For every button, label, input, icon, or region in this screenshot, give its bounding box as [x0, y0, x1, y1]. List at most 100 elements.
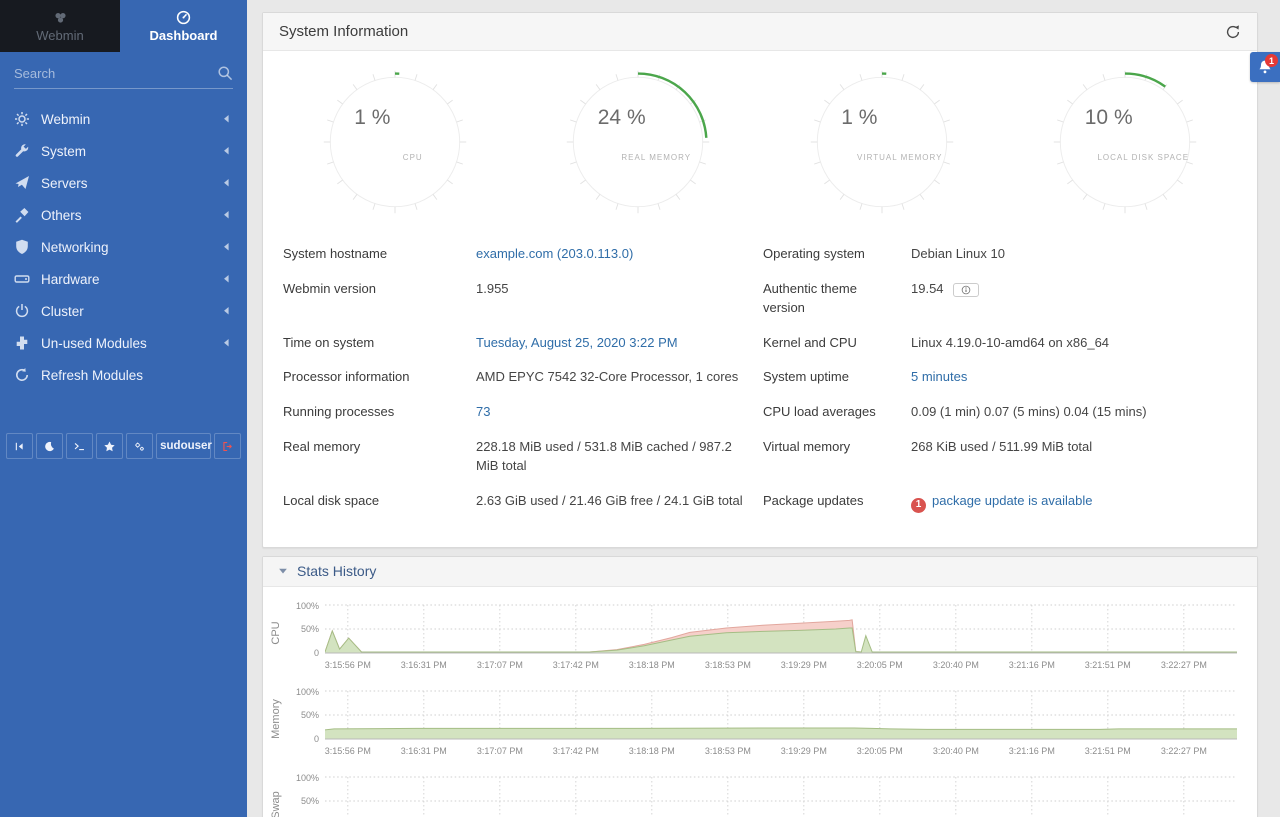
info-value-cell: 2.63 GiB used / 21.46 GiB free / 24.1 Gi… [476, 484, 763, 521]
info-value-link[interactable]: 5 minutes [911, 369, 967, 384]
info-label: Time on system [283, 326, 476, 361]
chart-plot-area: 3:15:56 PM3:16:31 PM3:17:07 PM3:17:42 PM… [325, 773, 1237, 817]
sidebar-item-hardware[interactable]: Hardware [0, 263, 247, 295]
gauges-row: 1 % CPU 24 % REAL MEMORY 1 % VIRTUAL MEM… [263, 51, 1257, 219]
x-axis-tick-label: 3:22:27 PM [1161, 746, 1207, 756]
tab-dashboard[interactable]: Dashboard [120, 0, 247, 52]
info-value-cell: 5 minutes [911, 360, 1237, 395]
info-value-cell: 228.18 MiB used / 531.8 MiB cached / 987… [476, 430, 763, 484]
info-value-cell: 1.955 [476, 272, 763, 326]
info-value-link[interactable]: example.com (203.0.113.0) [476, 246, 633, 261]
chevron-left-icon [220, 176, 234, 190]
info-value-cell: Linux 4.19.0-10-amd64 on x86_64 [911, 326, 1237, 361]
page-title: System Information [279, 23, 408, 40]
info-value: 1.955 [476, 281, 509, 296]
theme-info-button[interactable] [953, 283, 979, 297]
y-axis-tick-label: 0 [314, 734, 319, 744]
sidebar-item-others[interactable]: Others [0, 199, 247, 231]
x-axis-tick-label: 3:19:29 PM [781, 660, 827, 670]
sidebar-item-networking[interactable]: Networking [0, 231, 247, 263]
rocket-icon [14, 175, 30, 191]
tab-webmin-logo[interactable]: Webmin [0, 0, 120, 52]
gauge-value: 10 % [1085, 106, 1133, 130]
info-value: AMD EPYC 7542 32-Core Processor, 1 cores [476, 369, 738, 384]
sidebar-footer: sudouser [0, 433, 247, 459]
info-value: 268 KiB used / 511.99 MiB total [911, 439, 1092, 454]
chart-x-axis: 3:15:56 PM3:16:31 PM3:17:07 PM3:17:42 PM… [325, 660, 1237, 675]
gears-icon [134, 441, 145, 452]
y-axis-tick-label: 50% [301, 710, 319, 720]
x-axis-tick-label: 3:21:16 PM [1009, 746, 1055, 756]
info-value-cell: AMD EPYC 7542 32-Core Processor, 1 cores [476, 360, 763, 395]
chart-axis-title: Swap [263, 773, 289, 817]
x-axis-tick-label: 3:20:40 PM [933, 746, 979, 756]
gauge-virtual-memory: 1 % VIRTUAL MEMORY [807, 67, 957, 217]
chart-swap: Swap100%50%03:15:56 PM3:16:31 PM3:17:07 … [263, 773, 1257, 817]
shield-icon [14, 239, 30, 255]
gauge-label: REAL MEMORY [605, 153, 707, 162]
y-axis-tick-label: 100% [296, 773, 319, 783]
x-axis-tick-label: 3:17:42 PM [553, 746, 599, 756]
night-mode-button[interactable] [36, 433, 63, 459]
chart-axis-title: CPU [263, 601, 289, 675]
sidebar-item-cluster[interactable]: Cluster [0, 295, 247, 327]
search-icon[interactable] [217, 65, 233, 81]
puzzle-icon [14, 335, 30, 351]
favorites-button[interactable] [96, 433, 123, 459]
x-axis-tick-label: 3:17:42 PM [553, 660, 599, 670]
sidebar-item-webmin[interactable]: Webmin [0, 103, 247, 135]
refresh-page-button[interactable] [1225, 24, 1241, 40]
info-label: Operating system [763, 237, 911, 272]
info-value-link[interactable]: 73 [476, 404, 490, 419]
x-axis-tick-label: 3:15:56 PM [325, 660, 371, 670]
main-content: System Information 1 % CPU 24 % REAL MEM… [247, 0, 1280, 817]
collapse-icon [14, 441, 25, 452]
info-value: 19.54 [911, 281, 944, 296]
notifications-tab[interactable]: 1 [1250, 52, 1280, 82]
info-label: Running processes [283, 395, 476, 430]
y-axis-tick-label: 50% [301, 796, 319, 806]
y-axis-tick-label: 100% [296, 601, 319, 611]
system-information-panel: System Information 1 % CPU 24 % REAL MEM… [262, 12, 1258, 548]
sidebar-search [14, 65, 233, 89]
info-value-link[interactable]: package update is available [932, 493, 1092, 508]
user-button[interactable]: sudouser [156, 433, 211, 459]
notification-badge: 1 [1265, 54, 1278, 67]
y-axis-tick-label: 0 [314, 648, 319, 658]
chevron-left-icon [220, 272, 234, 286]
search-input[interactable] [14, 66, 217, 81]
sidebar-item-servers[interactable]: Servers [0, 167, 247, 199]
chevron-left-icon [220, 112, 234, 126]
stats-history-header[interactable]: Stats History [263, 557, 1257, 587]
sidebar-item-un-used-modules[interactable]: Un-used Modules [0, 327, 247, 359]
terminal-button[interactable] [66, 433, 93, 459]
chevron-left-icon [220, 208, 234, 222]
info-value-cell: 0.09 (1 min) 0.07 (5 mins) 0.04 (15 mins… [911, 395, 1237, 430]
dashboard-tab-label: Dashboard [150, 28, 218, 43]
info-value-link[interactable]: Tuesday, August 25, 2020 3:22 PM [476, 335, 678, 350]
chart-plot-area: 3:15:56 PM3:16:31 PM3:17:07 PM3:17:42 PM… [325, 687, 1237, 761]
gauge-cpu: 1 % CPU [320, 67, 470, 217]
gauge-label: LOCAL DISK SPACE [1092, 153, 1194, 162]
system-information-header: System Information [263, 13, 1257, 51]
x-axis-tick-label: 3:21:51 PM [1085, 660, 1131, 670]
x-axis-tick-label: 3:18:18 PM [629, 746, 675, 756]
sidebar-item-refresh-modules[interactable]: Refresh Modules [0, 359, 247, 391]
sidebar-item-label: Servers [41, 176, 88, 191]
x-axis-tick-label: 3:16:31 PM [401, 746, 447, 756]
sidebar-item-system[interactable]: System [0, 135, 247, 167]
logout-button[interactable] [214, 433, 241, 459]
chevron-left-icon [220, 240, 234, 254]
webmin-logo-label: Webmin [36, 28, 83, 43]
x-axis-tick-label: 3:20:05 PM [857, 660, 903, 670]
info-label: Virtual memory [763, 430, 911, 484]
wrench-icon [14, 143, 30, 159]
signout-icon [222, 441, 233, 452]
collapse-sidebar-button[interactable] [6, 433, 33, 459]
chart-x-axis: 3:15:56 PM3:16:31 PM3:17:07 PM3:17:42 PM… [325, 746, 1237, 761]
moon-icon [44, 441, 55, 452]
webmin-logo-icon [53, 10, 68, 25]
theme-settings-button[interactable] [126, 433, 153, 459]
x-axis-tick-label: 3:21:16 PM [1009, 660, 1055, 670]
sidebar: Webmin Dashboard WebminSystemServersOthe… [0, 0, 247, 817]
